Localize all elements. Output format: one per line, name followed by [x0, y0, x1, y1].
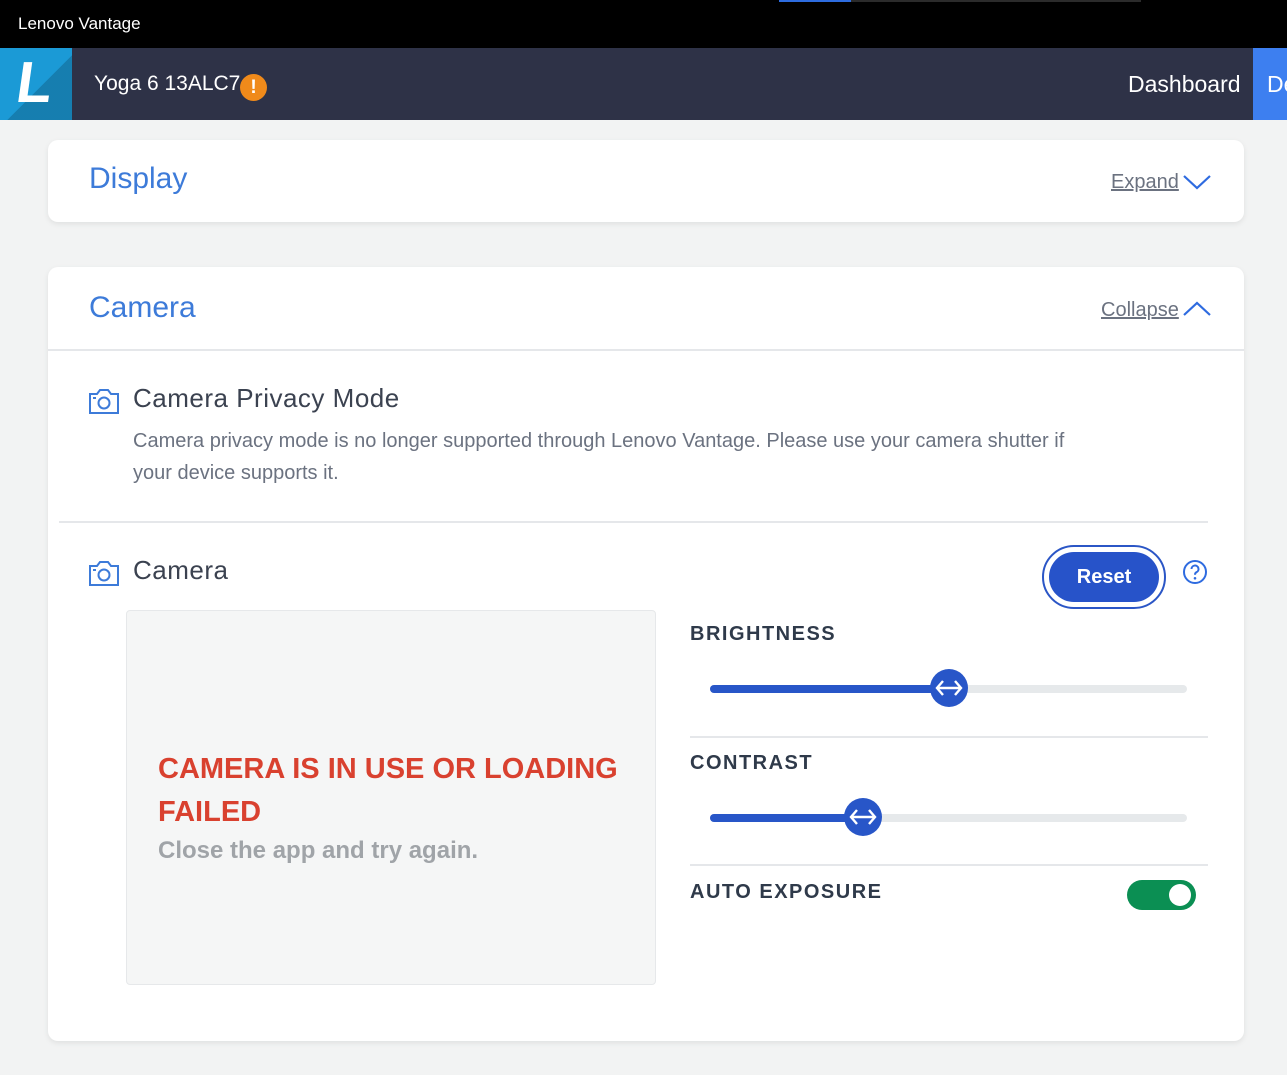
privacy-mode-description: Camera privacy mode is no longer support… [133, 430, 1065, 484]
auto-exposure-toggle[interactable] [1127, 880, 1196, 910]
loading-progress-fill [779, 0, 852, 2]
display-section-title: Display [89, 162, 188, 195]
contrast-label: CONTRAST [690, 752, 814, 774]
camera-icon [89, 561, 119, 586]
privacy-divider [59, 521, 1208, 523]
help-icon[interactable] [1182, 559, 1208, 585]
nav-device-label: Device [1267, 71, 1287, 97]
brightness-slider-handle[interactable] [929, 669, 968, 707]
nav-device[interactable]: Device [1253, 48, 1287, 120]
warning-badge-icon[interactable]: ! [240, 74, 267, 101]
camera-section: Camera Collapse Camera Privacy Mode Came… [48, 267, 1244, 1041]
app-header: L Yoga 6 13ALC7 ! Dashboard Device [0, 48, 1287, 120]
device-name: Yoga 6 13ALC7 [94, 72, 241, 95]
auto-exposure-label: AUTO EXPOSURE [690, 881, 883, 903]
window-titlebar: Lenovo Vantage [0, 0, 1287, 48]
brightness-label: BRIGHTNESS [690, 623, 837, 645]
camera-icon [89, 389, 119, 414]
camera-title: Camera [133, 555, 229, 585]
display-section: Display Expand [48, 140, 1244, 222]
privacy-mode-title: Camera Privacy Mode [133, 383, 400, 413]
chevron-down-icon[interactable] [1182, 172, 1212, 192]
camera-preview: CAMERA IS IN USE OR LOADING FAILED Close… [126, 610, 656, 985]
camera-error-message: CAMERA IS IN USE OR LOADING FAILED [158, 753, 618, 828]
arrows-horizontal-icon [934, 680, 963, 696]
section-divider [48, 349, 1244, 351]
camera-section-title: Camera [89, 291, 196, 324]
loading-progress-bar [779, 0, 1141, 2]
brightness-slider[interactable] [710, 669, 1187, 707]
auto-exposure-toggle-knob [1169, 884, 1191, 906]
reset-button[interactable]: Reset [1049, 552, 1159, 602]
chevron-up-icon[interactable] [1182, 299, 1212, 319]
expand-link[interactable]: Expand [1111, 171, 1179, 194]
window-title: Lenovo Vantage [18, 14, 141, 33]
lenovo-logo[interactable]: L [0, 48, 72, 120]
arrows-horizontal-icon [849, 809, 877, 825]
contrast-slider[interactable] [710, 798, 1187, 836]
control-divider [690, 736, 1208, 738]
brightness-slider-fill [710, 685, 949, 693]
nav-dashboard[interactable]: Dashboard [1128, 71, 1241, 98]
camera-error-hint: Close the app and try again. [158, 837, 479, 864]
collapse-link[interactable]: Collapse [1101, 299, 1179, 322]
contrast-slider-fill [710, 814, 863, 822]
reset-focus-ring: Reset [1042, 545, 1166, 609]
control-divider [690, 864, 1208, 866]
contrast-slider-handle[interactable] [843, 798, 882, 836]
